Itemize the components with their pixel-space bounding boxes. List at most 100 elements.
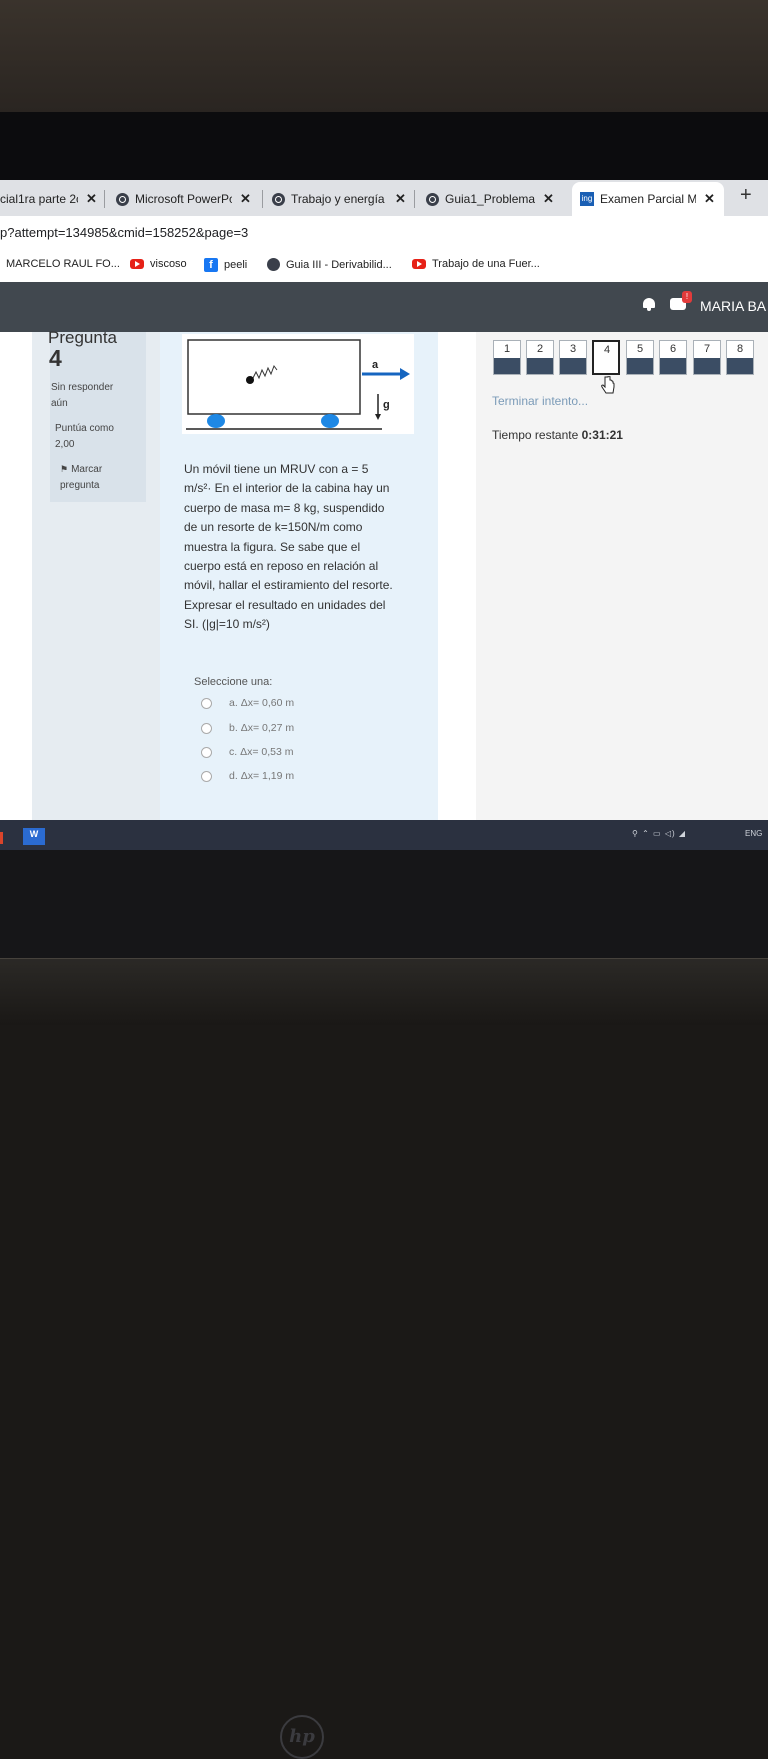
label-g: g	[383, 399, 390, 411]
question-line: muestra la figura. Se sabe que el	[184, 539, 361, 554]
bookmark-label: peeli	[224, 259, 248, 271]
quiz-nav-number: 4	[603, 344, 611, 356]
option-text: Δx= 1,19 m	[240, 770, 295, 782]
facebook-icon: f	[204, 258, 218, 272]
monitor-bezel	[0, 112, 768, 182]
tab-label: Guia1_Problema17	[445, 192, 535, 206]
cart-diagram: a g	[186, 339, 410, 430]
quiz-nav-number: 8	[736, 343, 744, 355]
tab-4[interactable]: Guia1_Problema17 ✕	[426, 184, 562, 214]
quiz-nav-button-8[interactable]: 8	[726, 340, 754, 375]
acceleration-arrowhead	[400, 368, 410, 380]
bookmark-5[interactable]: Trabajo de una Fuer...	[412, 258, 540, 270]
option-letter: a.	[229, 697, 238, 709]
quiz-nav-button-6[interactable]: 6	[659, 340, 687, 375]
tab-label: Microsoft PowerPc	[135, 192, 232, 206]
volume-icon[interactable]: ◁)	[665, 829, 676, 838]
tab-3[interactable]: Trabajo y energía ✕	[272, 184, 410, 214]
answered-fill	[727, 358, 753, 374]
tab-label: Trabajo y energía	[291, 192, 385, 206]
close-icon[interactable]: ✕	[240, 191, 251, 207]
option-letter: c.	[229, 746, 238, 758]
screen: cial1ra parte 2c ✕ Microsoft PowerPc ✕ T…	[0, 180, 768, 850]
status-line: aún	[51, 398, 68, 409]
quiz-nav-button-5[interactable]: 5	[626, 340, 654, 375]
new-tab-button[interactable]: +	[740, 184, 752, 207]
laptop-deck	[0, 958, 768, 1025]
tab-5-active[interactable]: ing Examen Parcial Me ✕	[572, 182, 724, 216]
answer-option-a[interactable]: a. Δx= 0,60 m	[201, 697, 294, 709]
answer-option-d[interactable]: d. Δx= 1,19 m	[201, 770, 294, 782]
option-text: Δx= 0,53 m	[240, 746, 294, 758]
people-icon[interactable]: ⚲	[632, 829, 639, 838]
close-icon[interactable]: ✕	[704, 191, 715, 207]
tab-bar: cial1ra parte 2c ✕ Microsoft PowerPc ✕ T…	[0, 180, 768, 216]
quiz-nav-button-3[interactable]: 3	[559, 340, 587, 375]
bookmark-label: Guia III - Derivabilid...	[286, 258, 392, 271]
flag-question-link[interactable]: ⚑ Marcar pregunta	[60, 461, 102, 494]
points-line: 2,00	[55, 439, 75, 450]
globe-icon	[267, 258, 280, 271]
battery-icon[interactable]: ▭	[653, 829, 662, 838]
quiz-nav-button-7[interactable]: 7	[693, 340, 721, 375]
quiz-nav-button-1[interactable]: 1	[493, 340, 521, 375]
hand-cursor-icon	[601, 376, 615, 394]
wifi-icon[interactable]: ◢	[679, 829, 686, 838]
close-icon[interactable]: ✕	[395, 191, 406, 207]
radio-button[interactable]	[201, 746, 212, 758]
bookmark-3[interactable]: f peeli	[204, 258, 247, 272]
option-letter: b.	[229, 722, 238, 734]
close-icon[interactable]: ✕	[543, 191, 554, 207]
quiz-nav-number: 1	[503, 343, 511, 355]
bookmark-label: Trabajo de una Fuer...	[432, 258, 540, 270]
ing-favicon-icon: ing	[580, 192, 594, 206]
answer-option-b[interactable]: b. Δx= 0,27 m	[201, 722, 294, 734]
question-line: de un resorte de k=150N/m como	[184, 520, 363, 535]
flag-line: Marcar	[71, 464, 103, 475]
chevron-up-icon[interactable]: ⌃	[642, 829, 650, 838]
question-line: m/s²· En el interior de la cabina hay un	[184, 481, 390, 496]
radio-button[interactable]	[201, 697, 212, 709]
answered-fill	[560, 358, 586, 374]
question-line: Expresar el resultado en unidades del	[184, 597, 386, 612]
status-line: Sin responder	[51, 382, 114, 393]
windows-taskbar: ⚲ ⌃ ▭ ◁) ◢ ENG	[0, 820, 768, 850]
answered-fill	[660, 358, 686, 374]
background-room	[0, 0, 768, 112]
close-icon[interactable]: ✕	[86, 191, 97, 207]
word-icon[interactable]	[23, 828, 45, 845]
tab-1[interactable]: cial1ra parte 2c ✕	[0, 184, 100, 214]
points-line: Puntúa como	[55, 423, 114, 434]
question-status: Sin responder aún	[51, 380, 113, 412]
question-number: 4	[49, 345, 62, 371]
tab-2[interactable]: Microsoft PowerPc ✕	[116, 184, 256, 214]
hp-logo: hp	[280, 1715, 324, 1759]
question-line: cuerpo está en reposo en relación al	[184, 559, 379, 574]
quiz-nav-number: 2	[536, 343, 544, 355]
url-text[interactable]: p?attempt=134985&cmid=158252&page=3	[0, 225, 248, 240]
bookmark-2[interactable]: viscoso	[130, 258, 187, 270]
time-remaining: Tiempo restante 0:31:21	[492, 428, 623, 442]
tab-label: Examen Parcial Me	[600, 192, 696, 206]
answer-option-c[interactable]: c. Δx= 0,53 m	[201, 746, 294, 758]
quiz-nav-button-2[interactable]: 2	[526, 340, 554, 375]
user-menu[interactable]: MARIA BA	[700, 298, 766, 314]
quiz-nav-button-4-current[interactable]: 4	[592, 340, 620, 375]
bookmark-4[interactable]: Guia III - Derivabilid...	[267, 258, 392, 271]
question-figure: a g	[182, 334, 414, 434]
bookmark-label: MARCELO RAUL FO...	[6, 258, 120, 270]
globe-icon	[426, 192, 439, 206]
quiz-nav-number: 5	[636, 343, 644, 355]
radio-button[interactable]	[201, 722, 212, 734]
wheel-right	[321, 414, 339, 428]
bell-icon[interactable]	[643, 298, 655, 311]
radio-button[interactable]	[201, 770, 212, 782]
option-text: Δx= 0,60 m	[240, 697, 295, 709]
language-indicator[interactable]: ENG	[745, 829, 762, 838]
notification-badge: !	[682, 291, 692, 303]
mass-dot	[246, 376, 254, 384]
system-tray-icons[interactable]: ⚲ ⌃ ▭ ◁) ◢	[632, 829, 686, 838]
bookmark-1[interactable]: MARCELO RAUL FO...	[6, 258, 120, 270]
finish-attempt-link[interactable]: Terminar intento...	[492, 394, 588, 408]
address-bar[interactable]: p?attempt=134985&cmid=158252&page=3	[0, 216, 768, 250]
